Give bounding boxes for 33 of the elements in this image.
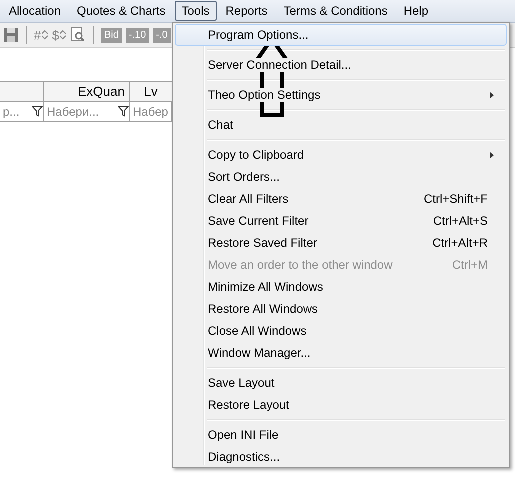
menu-item[interactable]: Window Manager... [175,342,507,364]
menu-bar-item[interactable]: Allocation [2,1,68,21]
menu-item[interactable]: Restore All Windows [175,298,507,320]
filter-icon[interactable] [32,106,43,117]
menu-item[interactable]: Restore Saved Filter Ctrl+Alt+R [175,232,507,254]
column-header[interactable]: ExQuan [44,81,130,102]
column-header[interactable]: Lv [130,81,172,102]
menu-item[interactable]: Restore Layout [175,394,507,416]
menu-item[interactable]: Chat [175,114,507,136]
menu-item[interactable]: Minimize All Windows [175,276,507,298]
menu-bar-item[interactable]: Terms & Conditions [276,1,395,21]
menu-bar-item[interactable]: Help [396,1,436,21]
menu-item[interactable]: Clear All Filters Ctrl+Shift+F [175,188,507,210]
filter-icon[interactable] [118,106,129,117]
up-down-arrows-icon[interactable] [42,30,48,40]
menu-item[interactable]: Close All Windows [175,320,507,342]
menu-item[interactable]: Save Current Filter Ctrl+Alt+S [175,210,507,232]
document-magnifier-icon[interactable] [70,27,86,43]
save-icon[interactable] [3,27,19,43]
menu-item[interactable]: Open INI File [175,424,507,446]
menu-item[interactable]: Theo Option Settings [175,84,507,106]
menu-item[interactable]: Server Connection Detail... [175,54,507,76]
menu-item[interactable]: Copy to Clipboard [175,144,507,166]
filter-field[interactable]: р... [0,102,44,122]
menu-bar-item[interactable]: Reports [218,1,275,21]
menu-item[interactable]: Save Layout [175,372,507,394]
menu-bar-item[interactable]: Quotes & Charts [70,1,173,21]
menu-item[interactable]: Program Options... [175,24,507,46]
up-down-arrows-icon[interactable] [60,30,66,40]
menu-item[interactable]: Diagnostics... [175,446,507,468]
menu-bar-item[interactable]: Tools [174,1,217,21]
filter-field[interactable]: Набери... [44,102,130,122]
menu-item[interactable]: Sort Orders... [175,166,507,188]
